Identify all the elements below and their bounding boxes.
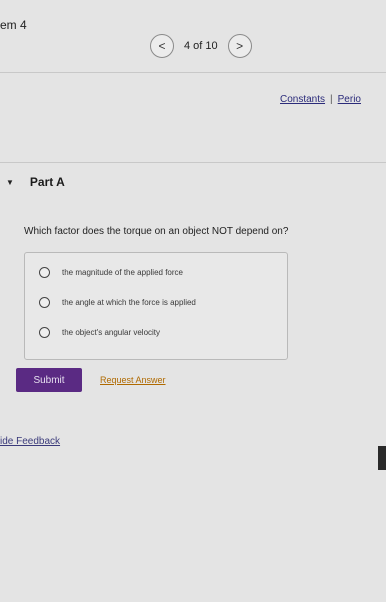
choice-label: the magnitude of the applied force (62, 268, 183, 277)
radio-button[interactable] (39, 267, 50, 278)
provide-feedback-link[interactable]: ide Feedback (0, 436, 60, 447)
choice-option[interactable]: the magnitude of the applied force (39, 267, 183, 278)
item-position: 4 of 10 (184, 40, 218, 52)
link-separator: | (330, 94, 333, 105)
part-a-header[interactable]: ▼ Part A (6, 175, 65, 189)
choice-option[interactable]: the angle at which the force is applied (39, 297, 196, 308)
chevron-left-icon: < (158, 39, 166, 53)
side-panel-tab[interactable] (378, 446, 386, 470)
choice-label: the object's angular velocity (62, 328, 161, 337)
chevron-right-icon: > (236, 39, 244, 53)
assignment-page: em 4 < 4 of 10 > Constants | Perio ▼ Part … (0, 0, 386, 602)
submit-button[interactable]: Submit (16, 368, 82, 392)
radio-button[interactable] (39, 327, 50, 338)
item-title: em 4 (0, 18, 27, 32)
choice-option[interactable]: the object's angular velocity (39, 327, 160, 338)
item-navigation: < 4 of 10 > (150, 34, 252, 58)
collapse-caret-icon: ▼ (6, 177, 14, 187)
choice-label: the angle at which the force is applied (62, 298, 196, 307)
answer-choices: the magnitude of the applied force the a… (24, 252, 288, 360)
radio-button[interactable] (39, 297, 50, 308)
periodic-table-link[interactable]: Perio (338, 94, 361, 105)
divider (0, 162, 386, 163)
constants-link[interactable]: Constants (280, 94, 325, 105)
question-text: Which factor does the torque on an objec… (24, 226, 289, 237)
divider (0, 72, 386, 73)
next-item-button[interactable]: > (227, 34, 252, 58)
request-answer-link[interactable]: Request Answer (100, 375, 166, 385)
previous-item-button[interactable]: < (150, 34, 174, 58)
part-title: Part A (29, 175, 65, 189)
resource-links: Constants | Perio (280, 94, 361, 105)
